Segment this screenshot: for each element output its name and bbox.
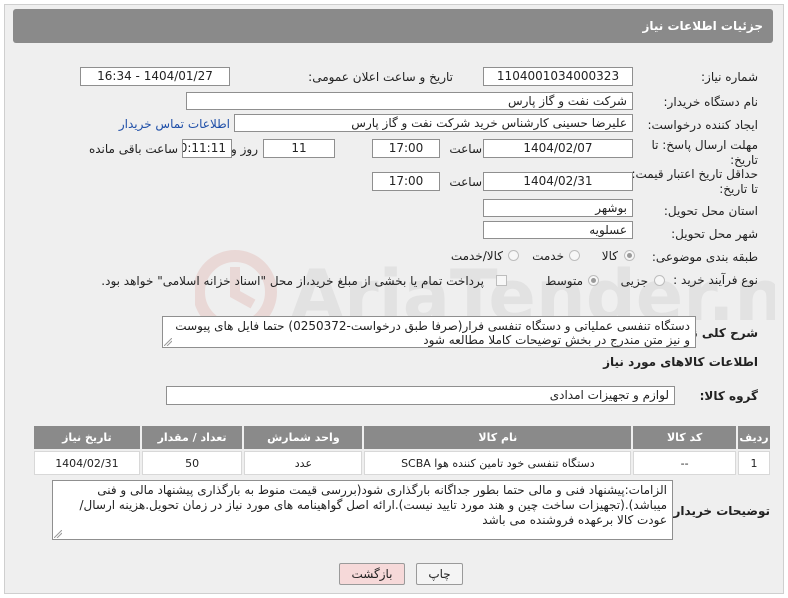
cell-row: 1 xyxy=(737,451,770,475)
cell-date: 1404/02/31 xyxy=(34,451,140,475)
resize-handle-icon[interactable] xyxy=(54,530,62,538)
category-option-both: کالا/خدمت xyxy=(450,249,503,263)
requester-field[interactable]: علیرضا حسینی کارشناس خرید شرکت نفت و گاز… xyxy=(234,114,633,132)
deadline-time-field[interactable]: 17:00 xyxy=(372,139,440,158)
remaining-days-field: 11 xyxy=(263,139,335,158)
process-radio-medium[interactable] xyxy=(588,275,599,286)
validity-time-label: ساعت xyxy=(449,175,482,189)
deadline-time-label: ساعت xyxy=(449,142,482,156)
col-unit: واحد شمارش xyxy=(244,426,363,449)
deadline-label: مهلت ارسال پاسخ: تا xyxy=(651,138,758,152)
requester-label: ایجاد کننده درخواست: xyxy=(647,118,758,132)
goods-group-label: گروه کالا: xyxy=(699,389,758,403)
col-qty: تعداد / مقدار xyxy=(141,426,243,449)
category-radio-both[interactable] xyxy=(508,250,519,261)
deadline-date-field[interactable]: 1404/02/07 xyxy=(483,139,633,158)
process-radio-minor[interactable] xyxy=(654,275,665,286)
need-number-label: شماره نیاز: xyxy=(701,70,758,84)
announce-datetime-field[interactable]: 1404/01/27 - 16:34 xyxy=(80,67,230,86)
process-option-minor: جزیی xyxy=(620,274,648,288)
resize-handle-icon[interactable] xyxy=(164,338,172,346)
buyer-notes-label: توضیحات خریدار: xyxy=(668,504,770,518)
buyer-org-field[interactable]: شرکت نفت و گاز پارس xyxy=(186,92,633,110)
process-label: نوع فرآیند خرید : xyxy=(673,273,758,287)
treasury-payment-checkbox[interactable] xyxy=(496,275,507,286)
category-option-goods: کالا xyxy=(601,249,618,263)
category-label: طبقه بندی موضوعی: xyxy=(651,250,758,264)
validity-label: حداقل تاریخ اعتبار قیمت: xyxy=(631,167,758,181)
province-label: استان محل تحویل: xyxy=(663,204,758,218)
print-button[interactable]: چاپ xyxy=(416,563,463,585)
cell-code: -- xyxy=(633,451,736,475)
category-radio-goods[interactable] xyxy=(624,250,635,261)
description-textarea[interactable]: دستگاه تنفسی عملیاتی و دستگاه تنفسی فرار… xyxy=(162,316,696,348)
city-label: شهر محل تحویل: xyxy=(671,227,758,241)
goods-table: ردیف کد کالا نام کالا واحد شمارش تعداد /… xyxy=(32,424,772,477)
goods-section-title: اطلاعات کالاهای مورد نیاز xyxy=(603,355,758,369)
deadline-label-date: تاریخ: xyxy=(730,153,758,167)
validity-date-field[interactable]: 1404/02/31 xyxy=(483,172,633,191)
remaining-time-field: 00:11:11 xyxy=(182,139,232,158)
contact-info-link[interactable]: اطلاعات تماس خریدار xyxy=(119,117,230,131)
validity-time-field[interactable]: 17:00 xyxy=(372,172,440,191)
province-field[interactable]: بوشهر xyxy=(483,199,633,217)
process-option-medium: متوسط xyxy=(545,274,583,288)
col-name: نام کالا xyxy=(364,426,632,449)
cell-unit: عدد xyxy=(244,451,363,475)
col-date: تاریخ نیاز xyxy=(34,426,140,449)
back-button[interactable]: بازگشت xyxy=(339,563,405,585)
days-label: روز و xyxy=(231,142,258,156)
need-number-field[interactable]: 1104001034000323 xyxy=(483,67,633,86)
buyer-org-label: نام دستگاه خریدار: xyxy=(663,95,759,109)
category-radio-service[interactable] xyxy=(569,250,580,261)
remaining-time-label: ساعت باقی مانده xyxy=(88,142,178,156)
city-field[interactable]: عسلویه xyxy=(483,221,633,239)
table-row[interactable]: 1 -- دستگاه تنفسی خود تامین کننده هوا SC… xyxy=(34,451,770,475)
cell-name: دستگاه تنفسی خود تامین کننده هوا SCBA xyxy=(364,451,632,475)
validity-label-date: تا تاریخ: xyxy=(719,182,758,196)
goods-group-field[interactable]: لوازم و تجهیزات امدادی xyxy=(166,386,675,405)
announce-label: تاریخ و ساعت اعلان عمومی: xyxy=(308,70,453,84)
buyer-notes-textarea[interactable]: الزامات:پیشنهاد فنی و مالی حتما بطور جدا… xyxy=(52,480,673,540)
col-row: ردیف xyxy=(737,426,770,449)
treasury-payment-text: پرداخت تمام یا بخشی از مبلغ خرید،از محل … xyxy=(101,274,484,288)
page-title: جزئیات اطلاعات نیاز xyxy=(13,9,773,43)
col-code: کد کالا xyxy=(633,426,736,449)
category-option-service: خدمت xyxy=(532,249,564,263)
cell-qty: 50 xyxy=(141,451,243,475)
